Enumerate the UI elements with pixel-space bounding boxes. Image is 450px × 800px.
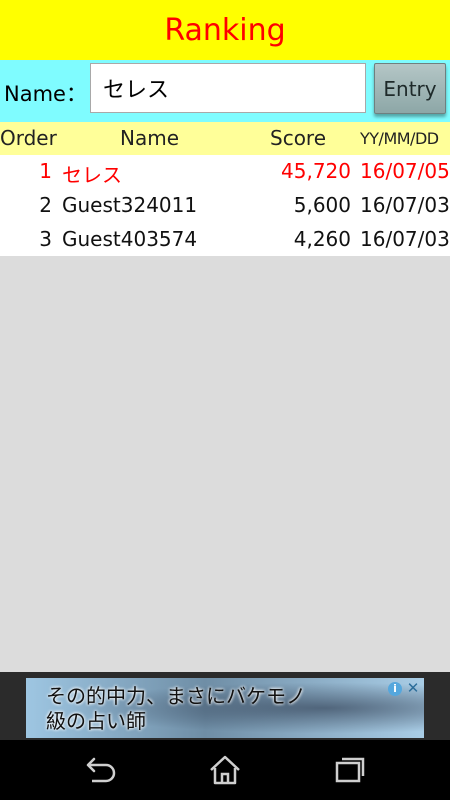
ad-text-line-2: 級の占い師 [46, 709, 146, 733]
ad-text-line-1: その的中力、まさにバケモノ [46, 684, 306, 708]
rank-order: 2 [39, 193, 52, 217]
ad-strip: その的中力、まさにバケモノ 級の占い師 i ✕ [0, 672, 450, 740]
page-title: Ranking [164, 12, 286, 48]
name-label: Name： [4, 82, 87, 106]
player-score: 4,260 [293, 227, 351, 251]
back-icon[interactable] [80, 753, 120, 787]
entry-button[interactable]: Entry [374, 63, 446, 114]
close-icon[interactable]: ✕ [406, 679, 420, 697]
recents-icon[interactable] [330, 753, 370, 787]
info-icon[interactable]: i [388, 682, 402, 696]
player-score: 5,600 [293, 193, 351, 217]
player-score: 45,720 [281, 159, 351, 183]
ranking-table: 1 セレス 45,720 16/07/05 2 Guest324011 5,60… [0, 155, 450, 256]
name-input[interactable] [90, 63, 366, 113]
column-header-date: YY/MM/DD [360, 129, 439, 148]
player-name: セレス [62, 163, 122, 187]
score-date: 16/07/03 [360, 193, 450, 217]
score-date: 16/07/05 [360, 159, 450, 183]
title-bar: Ranking [0, 0, 450, 60]
column-header-name: Name [120, 126, 180, 150]
table-row: 2 Guest324011 5,600 16/07/03 [0, 189, 450, 223]
table-row: 1 セレス 45,720 16/07/05 [0, 155, 450, 189]
system-nav-bar [0, 740, 450, 800]
rank-order: 3 [39, 227, 52, 251]
name-entry-bar: Name： Entry [0, 60, 450, 122]
ranking-table-header: Order Name Score YY/MM/DD [0, 122, 450, 155]
score-date: 16/07/03 [360, 227, 450, 251]
ad-banner[interactable]: その的中力、まさにバケモノ 級の占い師 i ✕ [26, 678, 424, 738]
column-header-score: Score [270, 126, 327, 150]
table-row: 3 Guest403574 4,260 16/07/03 [0, 223, 450, 257]
column-header-order: Order [0, 126, 57, 150]
home-icon[interactable] [205, 753, 245, 787]
player-name: Guest324011 [62, 193, 198, 217]
player-name: Guest403574 [62, 227, 198, 251]
ad-text: その的中力、まさにバケモノ 級の占い師 [46, 684, 376, 734]
rank-order: 1 [39, 159, 52, 183]
